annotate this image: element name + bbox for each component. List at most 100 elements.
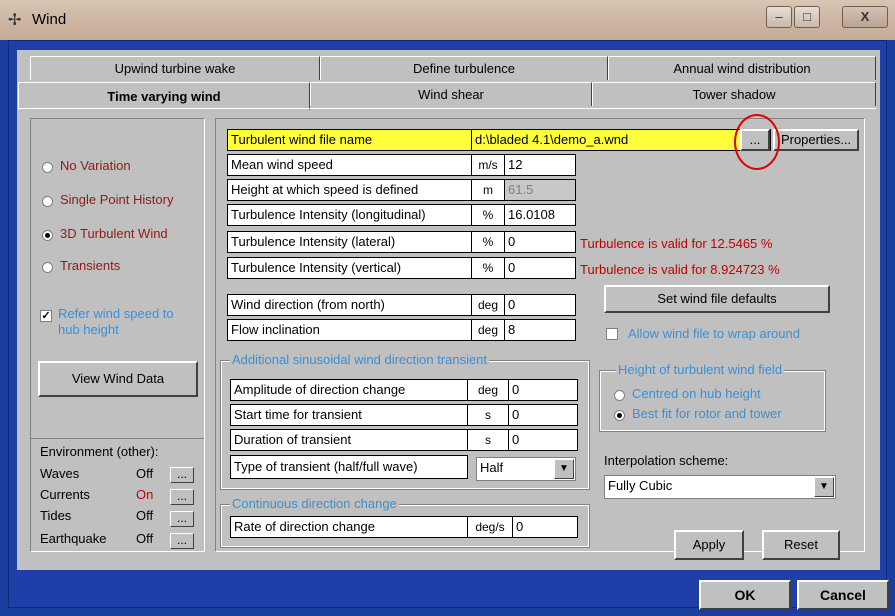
maximize-icon: □ [803,9,811,24]
reset-button[interactable]: Reset [762,530,840,560]
radio-centred-on-hub[interactable] [614,390,625,401]
env-tides-status: Off [136,508,154,523]
env-earthquake-button[interactable]: ... [170,533,194,549]
file-name-input[interactable]: d:\bladed 4.1\demo_a.wnd [471,129,771,151]
env-earthquake-status: Off [136,531,154,546]
select-value: Half [480,460,504,475]
start-time-input[interactable]: 0 [508,404,578,426]
valid-vertical-text: Turbulence is valid for 8.924723 % [580,262,780,277]
cancel-button[interactable]: Cancel [797,580,889,610]
radio-label: Transients [60,258,121,273]
ti-longitudinal-input[interactable]: 16.0108 [504,204,576,226]
file-name-label: Turbulent wind file name [227,129,472,151]
radio-best-fit-rotor-tower[interactable] [614,410,625,421]
tab-time-varying-wind[interactable]: Time varying wind [18,82,310,110]
ti-vertical-unit: % [471,257,505,279]
mean-wind-speed-input[interactable]: 12 [504,154,576,176]
radio-transients[interactable] [42,262,53,273]
wrap-around-checkbox[interactable] [606,328,618,340]
start-time-label: Start time for transient [230,404,468,426]
button-label: Cancel [820,587,866,603]
valid-lateral-text: Turbulence is valid for 12.5465 % [580,236,773,251]
wind-direction-input[interactable]: 0 [504,294,576,316]
env-tides-button[interactable]: ... [170,511,194,527]
env-title: Environment (other): [40,444,159,459]
radio-single-point-history[interactable] [42,196,53,207]
ti-lateral-label: Turbulence Intensity (lateral) [227,231,472,253]
tab-annual-wind-distribution[interactable]: Annual wind distribution [608,56,876,80]
red-circle-annotation [734,114,780,170]
ok-button[interactable]: OK [699,580,791,610]
close-icon: X [860,9,870,24]
interpolation-select[interactable]: Fully Cubic [604,475,836,499]
chevron-down-icon: ▼ [559,463,569,474]
minimize-button[interactable]: – [766,6,792,28]
ti-longitudinal-unit: % [471,204,505,226]
radio-label: 3D Turbulent Wind [60,226,168,241]
radio-no-variation[interactable] [42,162,53,173]
duration-input[interactable]: 0 [508,429,578,451]
tab-wind-shear[interactable]: Wind shear [310,82,592,106]
env-tides-label: Tides [40,508,72,523]
reference-height-input[interactable]: 61.5 [504,179,576,201]
reference-height-label: Height at which speed is defined [227,179,472,201]
radio-label: Single Point History [60,192,174,207]
maximize-button[interactable]: □ [794,6,820,28]
tab-divider [18,108,876,109]
view-wind-data-button[interactable]: View Wind Data [38,361,198,397]
env-currents-button[interactable]: ... [170,489,194,505]
reference-height-unit: m [471,179,505,201]
properties-button[interactable]: Properties... [773,129,859,151]
button-label: ... [176,511,187,525]
flow-inclination-unit: deg [471,319,505,341]
ti-lateral-input[interactable]: 0 [504,231,576,253]
duration-unit: s [467,429,509,451]
refer-label: hub height [58,322,119,337]
button-label: OK [734,587,756,603]
ti-vertical-label: Turbulence Intensity (vertical) [227,257,472,279]
window-title: Wind [32,11,67,28]
wind-direction-label: Wind direction (from north) [227,294,472,316]
refer-wind-speed-checkbox[interactable]: ✓ [40,310,52,322]
transient-group-title: Additional sinusoidal wind direction tra… [230,352,490,367]
env-currents-label: Currents [40,487,90,502]
tab-upwind-turbine-wake[interactable]: Upwind turbine wake [30,56,320,80]
height-group [599,370,826,432]
set-wind-file-defaults-button[interactable]: Set wind file defaults [604,285,830,313]
start-time-unit: s [467,404,509,426]
button-label: Set wind file defaults [657,291,777,306]
mean-wind-speed-unit: m/s [471,154,505,176]
button-label: View Wind Data [71,371,165,386]
radio-label: Centred on hub height [632,386,761,401]
env-waves-button[interactable]: ... [170,467,194,483]
flow-inclination-label: Flow inclination [227,319,472,341]
interpolation-dropdown-button[interactable]: ▼ [814,477,834,497]
amplitude-unit: deg [467,379,509,401]
rate-of-change-input[interactable]: 0 [512,516,578,538]
amplitude-input[interactable]: 0 [508,379,578,401]
env-waves-status: Off [136,466,154,481]
transient-type-label: Type of transient (half/full wave) [230,455,468,479]
minimize-icon: – [775,9,783,24]
tab-define-turbulence[interactable]: Define turbulence [320,56,608,80]
title-bar[interactable]: ✢ Wind – □ X [0,0,895,40]
duration-label: Duration of transient [230,429,468,451]
transient-type-dropdown-button[interactable]: ▼ [554,459,574,479]
apply-button[interactable]: Apply [674,530,744,560]
button-label: ... [176,467,187,481]
ti-lateral-unit: % [471,231,505,253]
close-button[interactable]: X [842,6,888,28]
tab-label: Upwind turbine wake [114,61,236,76]
env-earthquake-label: Earthquake [40,531,107,546]
radio-3d-turbulent-wind[interactable] [42,230,53,241]
flow-inclination-input[interactable]: 8 [504,319,576,341]
interpolation-label: Interpolation scheme: [604,453,729,468]
rate-of-change-label: Rate of direction change [230,516,468,538]
tab-tower-shadow[interactable]: Tower shadow [592,82,876,106]
amplitude-label: Amplitude of direction change [230,379,468,401]
button-label: Reset [784,537,818,552]
button-label: Properties... [780,132,852,147]
refer-label: Refer wind speed to [58,306,174,321]
env-waves-label: Waves [40,466,80,481]
ti-vertical-input[interactable]: 0 [504,257,576,279]
